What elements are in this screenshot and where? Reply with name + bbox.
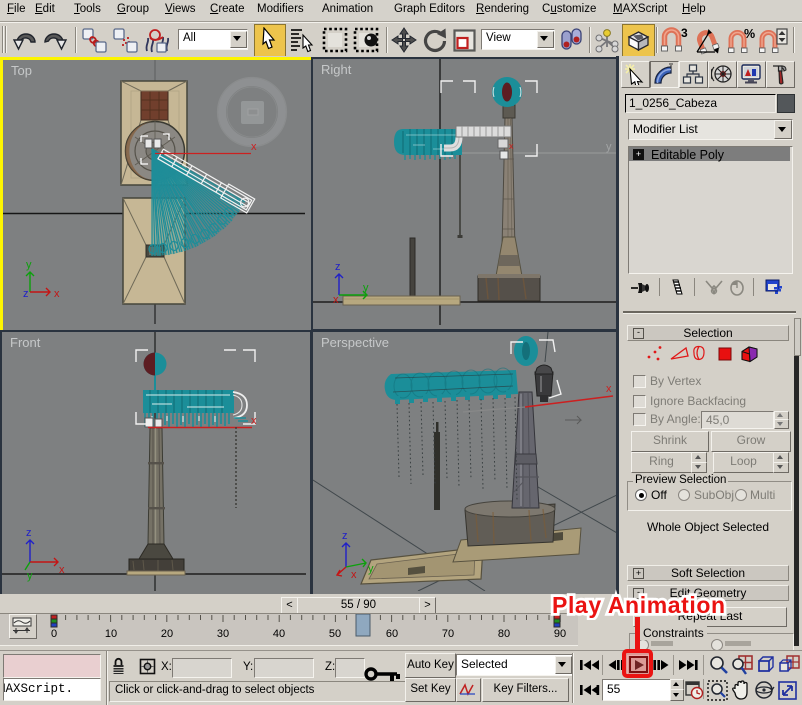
- svg-text:y: y: [363, 282, 369, 294]
- svg-text:70: 70: [442, 628, 454, 640]
- svg-text:z: z: [23, 288, 29, 300]
- svg-text:y: y: [368, 563, 374, 575]
- svg-text:0: 0: [51, 628, 57, 640]
- svg-text:20: 20: [161, 628, 173, 640]
- svg-text:x: x: [59, 564, 65, 576]
- svg-text:%: %: [744, 27, 755, 41]
- svg-text:x: x: [54, 288, 60, 300]
- svg-text:Perspective: Perspective: [321, 335, 389, 350]
- svg-text:50: 50: [329, 628, 341, 640]
- svg-text:30: 30: [217, 628, 229, 640]
- svg-text:z: z: [26, 527, 32, 539]
- svg-text:Right: Right: [321, 62, 352, 77]
- svg-text:40: 40: [273, 628, 285, 640]
- svg-text:90: 90: [554, 628, 566, 640]
- svg-text:x: x: [606, 383, 612, 395]
- svg-text:y: y: [606, 141, 612, 153]
- svg-text:z: z: [335, 261, 341, 273]
- svg-text:x: x: [251, 141, 257, 153]
- svg-text:Front: Front: [10, 335, 41, 350]
- svg-text:3: 3: [681, 26, 688, 40]
- svg-text:x: x: [251, 415, 257, 427]
- svg-text:x: x: [509, 141, 514, 151]
- svg-text:x: x: [333, 294, 339, 306]
- svg-text:10: 10: [105, 628, 117, 640]
- svg-text:x: x: [351, 569, 357, 581]
- svg-text:60: 60: [386, 628, 398, 640]
- svg-text:y: y: [27, 570, 33, 582]
- svg-text:y: y: [26, 259, 32, 271]
- svg-text:Top: Top: [11, 63, 32, 78]
- svg-text:80: 80: [498, 628, 510, 640]
- svg-text:z: z: [342, 530, 348, 542]
